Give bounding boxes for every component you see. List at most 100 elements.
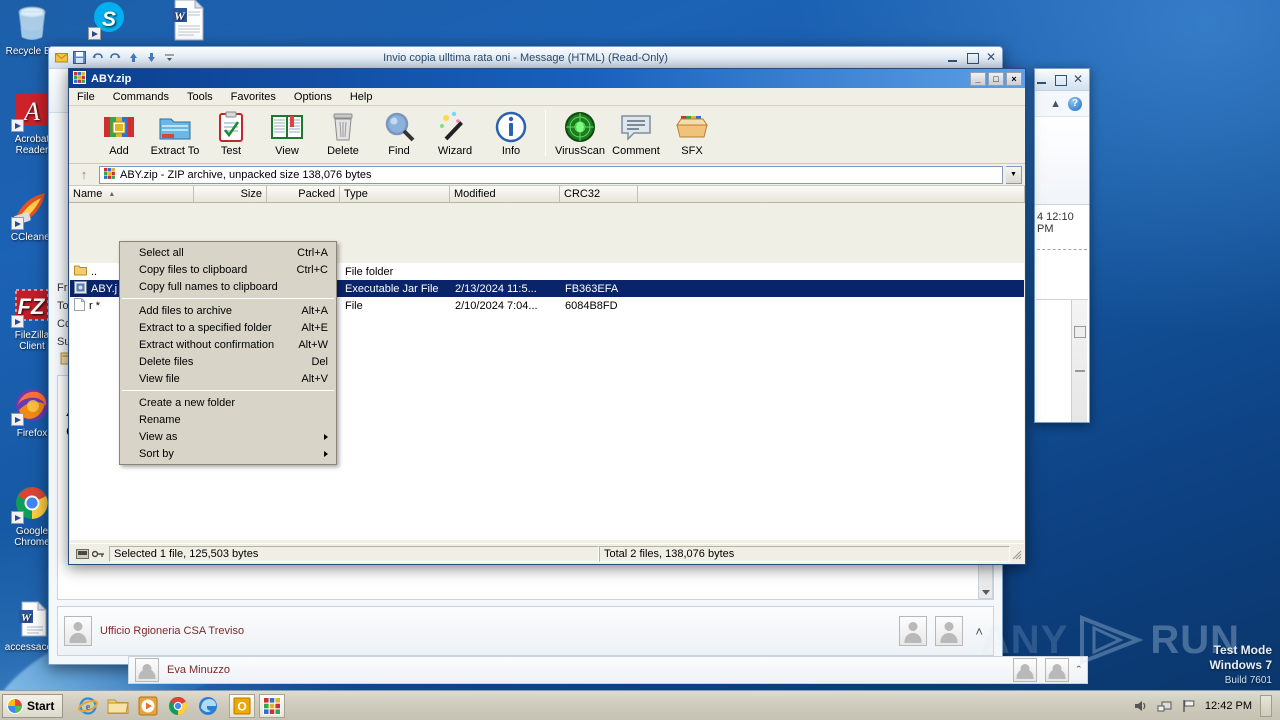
menu-options[interactable]: Options — [294, 91, 332, 103]
menu-item-view-file[interactable]: View file Alt+V — [120, 370, 336, 387]
toolbar-comment-button[interactable]: Comment — [608, 110, 664, 157]
toolbar-find-button[interactable]: Find — [371, 110, 427, 157]
outlook-people-pane[interactable]: Ufficio Rgioneria CSA Treviso ˄ — [57, 606, 994, 656]
help-icon[interactable]: ? — [1068, 96, 1082, 111]
menu-favorites[interactable]: Favorites — [231, 91, 276, 103]
taskbar-item-edge[interactable] — [195, 694, 221, 718]
file-list-header[interactable]: Name ▲ Size Packed Type Modified CRC32 — [69, 186, 1025, 203]
save-icon[interactable] — [73, 51, 86, 64]
menu-item-copy-files-to-clipboard[interactable]: Copy files to clipboard Ctrl+C — [120, 261, 336, 278]
menu-tools[interactable]: Tools — [187, 91, 213, 103]
menu-help[interactable]: Help — [350, 91, 373, 103]
toolbar-sfx-button[interactable]: SFX — [664, 110, 720, 157]
home-icon[interactable]: ▲ — [1050, 98, 1061, 110]
toolbar-info-button[interactable]: Info — [483, 110, 539, 157]
taskbar-item-chrome[interactable] — [165, 694, 191, 718]
network-icon[interactable] — [1157, 698, 1173, 714]
toolbar-virusscan-button[interactable]: VirusScan — [552, 110, 608, 157]
menu-item-sort-by[interactable]: Sort by — [120, 445, 336, 462]
taskbar-item-internet-explorer[interactable]: e — [75, 694, 101, 718]
background-window-toolbar[interactable]: ▲ ? — [1035, 91, 1089, 117]
close-button[interactable]: ✕ — [985, 51, 997, 63]
column-header-type[interactable]: Type — [340, 186, 450, 202]
menu-item-extract-to-specified-folder[interactable]: Extract to a specified folder Alt+E — [120, 319, 336, 336]
resize-grip-icon[interactable] — [1010, 548, 1022, 560]
people-pane-expand-button[interactable]: ˄ — [971, 624, 987, 639]
toolbar-add-button[interactable]: Add — [91, 110, 147, 157]
winrar-address-bar[interactable]: ↑ ABY.zip - ZIP archive, unpacked size 1… — [69, 164, 1025, 186]
background-window[interactable]: ✕ ▲ ? 4 12:10 PM — [1034, 68, 1090, 423]
system-tray[interactable]: 12:42 PM — [1133, 694, 1278, 717]
taskbar-item-outlook[interactable]: O — [229, 693, 256, 718]
background-window-titlebar[interactable]: ✕ — [1035, 69, 1089, 91]
menu-item-extract-without-confirmation[interactable]: Extract without confirmation Alt+W — [120, 336, 336, 353]
customize-qat-icon[interactable] — [163, 51, 176, 64]
action-center-flag-icon[interactable] — [1181, 698, 1197, 714]
scroll-up-button[interactable] — [1074, 326, 1086, 338]
minimize-button[interactable] — [947, 52, 959, 63]
outlook-window-buttons[interactable]: ✕ — [947, 51, 997, 64]
desktop-icon-skype[interactable]: S — [80, 0, 138, 42]
redo-icon[interactable] — [109, 51, 122, 64]
show-desktop-button[interactable] — [1260, 694, 1272, 717]
menu-item-copy-full-names-to-clipboard[interactable]: Copy full names to clipboard — [120, 278, 336, 295]
background-people-pane[interactable]: Eva Minuzzo ˆ — [128, 656, 1088, 684]
restore-button[interactable] — [966, 52, 979, 64]
volume-icon[interactable] — [1133, 698, 1149, 714]
expand-button[interactable]: ˆ — [1077, 663, 1081, 678]
background-people-pane-name: Eva Minuzzo — [167, 664, 230, 676]
clock[interactable]: 12:42 PM — [1205, 700, 1252, 712]
menu-item-view-as[interactable]: View as — [120, 428, 336, 445]
envelope-icon[interactable] — [55, 51, 68, 64]
scroll-down-arrow-icon[interactable] — [982, 590, 990, 595]
winrar-titlebar[interactable]: ABY.zip _ □ × — [69, 69, 1025, 88]
maximize-button[interactable]: □ — [988, 71, 1004, 86]
toolbar-extract-to-button[interactable]: Extract To — [147, 110, 203, 157]
start-button[interactable]: Start — [2, 693, 64, 718]
column-header-modified[interactable]: Modified — [450, 186, 560, 202]
scroll-thumb[interactable] — [1075, 370, 1085, 372]
desktop-icon-word-doc[interactable]: W — [158, 0, 216, 41]
toolbar-view-button[interactable]: View — [259, 110, 315, 157]
menu-item-delete-files[interactable]: Delete files Del — [120, 353, 336, 370]
toolbar-test-button[interactable]: Test — [203, 110, 259, 157]
undo-icon[interactable] — [91, 51, 104, 64]
close-button[interactable]: ✕ — [1072, 73, 1084, 85]
menu-item-create-a-new-folder[interactable]: Create a new folder — [120, 394, 336, 411]
up-one-level-button[interactable]: ↑ — [72, 165, 96, 184]
column-header-size[interactable]: Size — [194, 186, 267, 202]
outlook-titlebar[interactable]: Invio copia ulltima rata oni - Message (… — [49, 47, 1002, 69]
winrar-window-buttons[interactable]: _ □ × — [970, 71, 1025, 86]
taskbar-item-windows-explorer[interactable] — [105, 694, 131, 718]
taskbar[interactable]: Start e O 12:42 PM — [0, 690, 1280, 720]
winrar-menubar[interactable]: File Commands Tools Favorites Options He… — [69, 88, 1025, 106]
minimize-button[interactable]: _ — [970, 71, 986, 86]
taskbar-item-media-player[interactable] — [135, 694, 161, 718]
taskbar-item-winrar[interactable] — [259, 693, 286, 718]
menu-commands[interactable]: Commands — [113, 91, 169, 103]
avatar — [1012, 658, 1037, 682]
menu-file[interactable]: File — [77, 91, 95, 103]
toolbar-wizard-button[interactable]: Wizard — [427, 110, 483, 157]
column-header-crc32[interactable]: CRC32 — [560, 186, 638, 202]
previous-item-icon[interactable] — [127, 51, 140, 64]
quick-access-toolbar[interactable] — [49, 51, 176, 64]
menu-item-add-files-to-archive[interactable]: Add files to archive Alt+A — [120, 302, 336, 319]
restore-button[interactable] — [1054, 74, 1067, 86]
people-pane-name: Ufficio Rgioneria CSA Treviso — [100, 625, 245, 637]
menu-item-rename[interactable]: Rename — [120, 411, 336, 428]
toolbar-delete-button[interactable]: Delete — [315, 110, 371, 157]
column-header-name[interactable]: Name ▲ — [69, 186, 194, 202]
minimize-button[interactable] — [1036, 74, 1048, 85]
chevron-down-icon[interactable]: ▼ — [1006, 165, 1022, 184]
context-menu[interactable]: Select all Ctrl+A Copy files to clipboar… — [119, 241, 337, 465]
column-header-packed[interactable]: Packed — [267, 186, 340, 202]
address-input[interactable]: ABY.zip - ZIP archive, unpacked size 138… — [99, 165, 1003, 184]
jar-file-icon — [74, 280, 87, 297]
word-document-icon: W — [11, 600, 53, 640]
close-button[interactable]: × — [1006, 71, 1022, 86]
scrollbar[interactable] — [1071, 300, 1087, 422]
menu-item-select-all[interactable]: Select all Ctrl+A — [120, 244, 336, 261]
winrar-toolbar[interactable]: Add Extract To Test View Delete Find Wiz… — [69, 106, 1025, 164]
next-item-icon[interactable] — [145, 51, 158, 64]
